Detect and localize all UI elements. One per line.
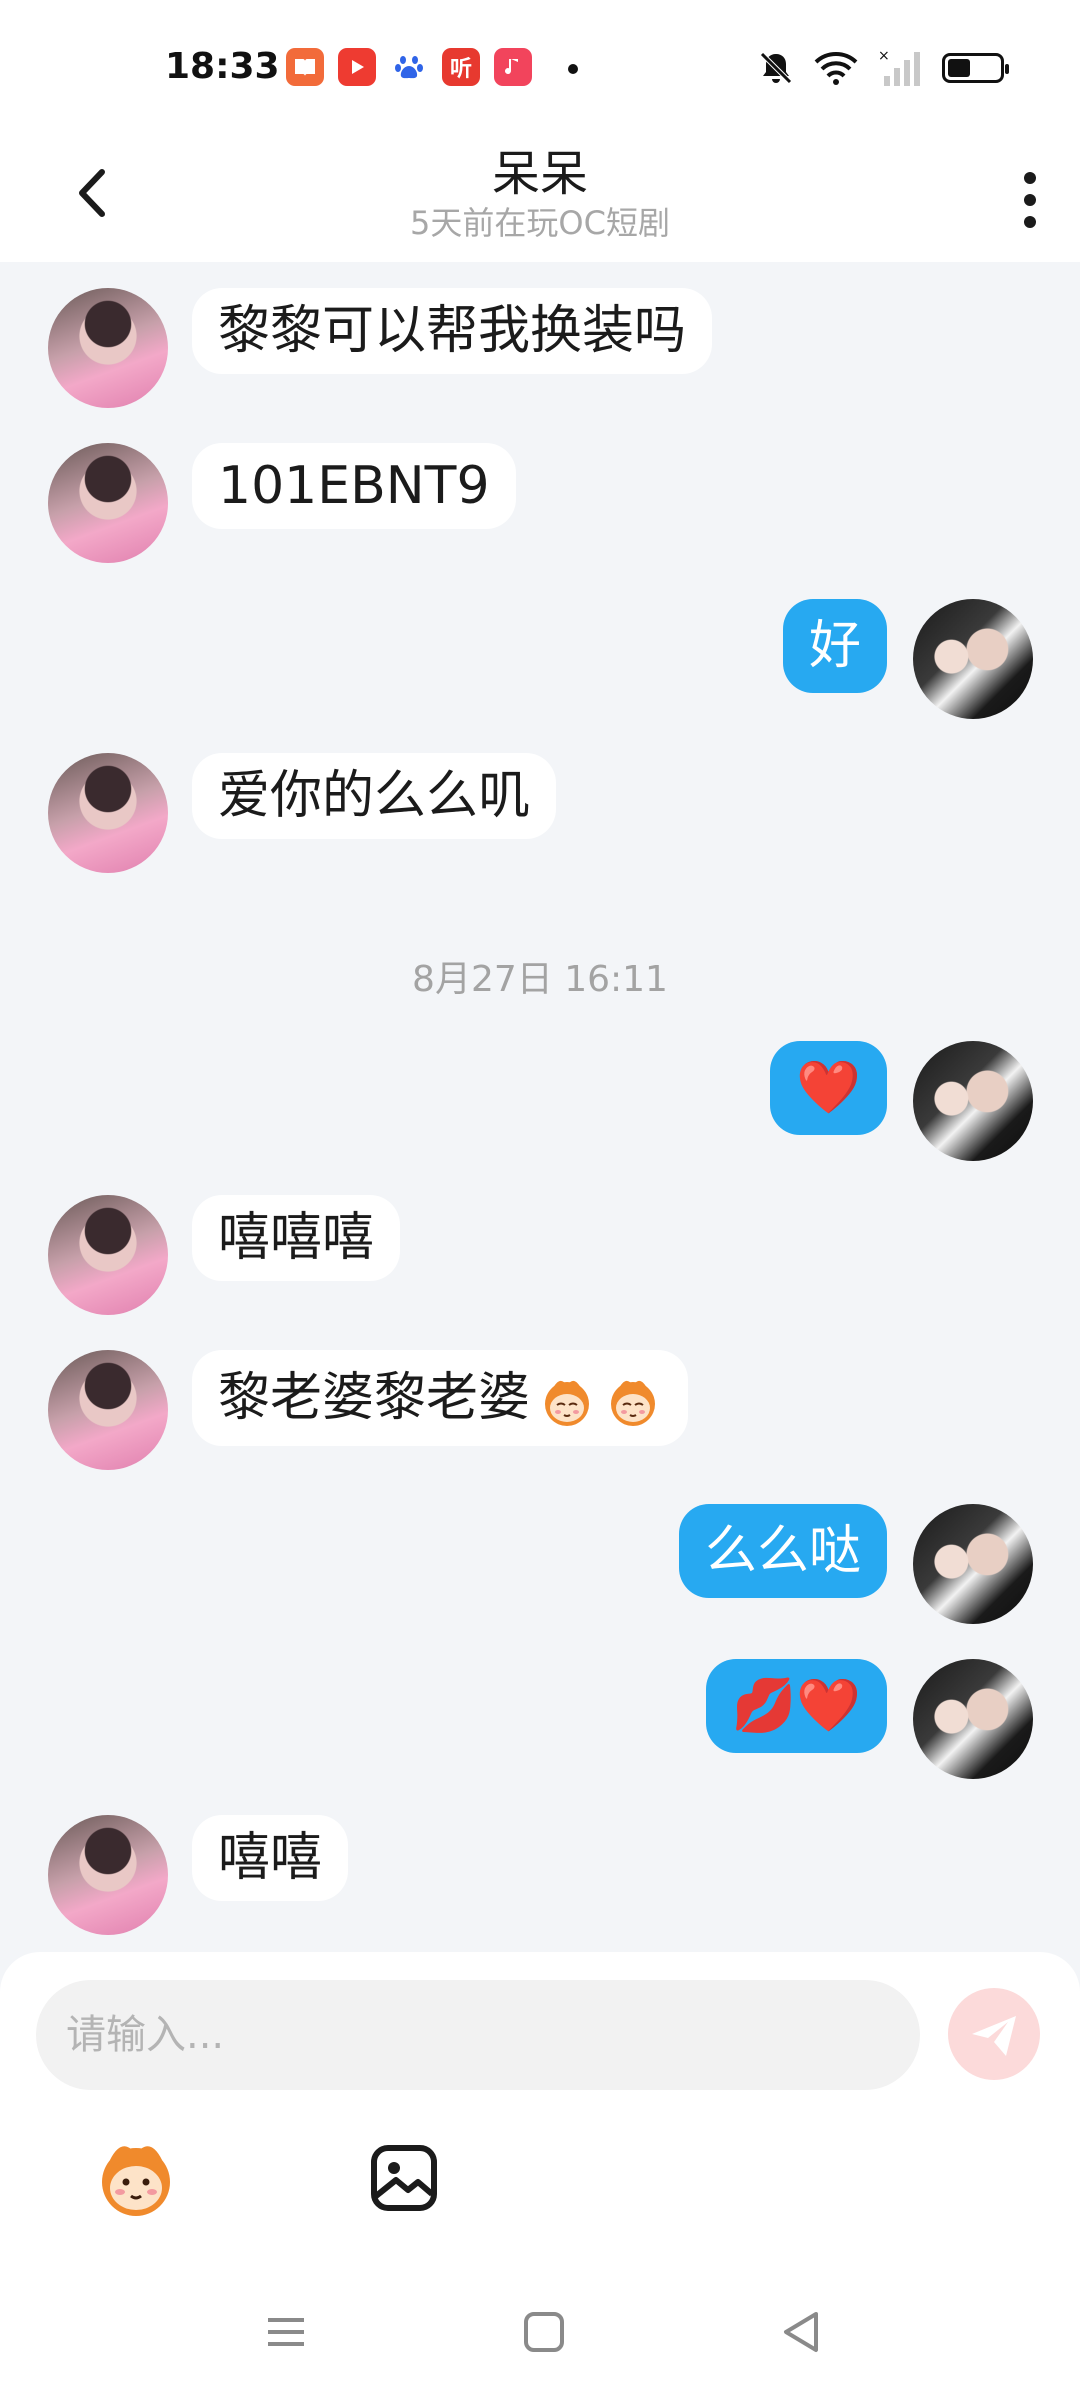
my-avatar[interactable] — [913, 1041, 1033, 1161]
message-text: 黎老婆黎老婆 — [218, 1368, 531, 1428]
system-icons: × — [758, 48, 1009, 88]
contact-avatar[interactable] — [48, 1195, 168, 1315]
baidu-paw-icon — [390, 48, 428, 86]
my-avatar[interactable] — [913, 1504, 1033, 1624]
video-app-icon — [338, 48, 376, 86]
image-picker-icon[interactable] — [356, 2130, 452, 2226]
message-bubble-incoming[interactable]: 嘻嘻 — [192, 1815, 349, 1901]
message-bubble-outgoing[interactable]: 💋❤️ — [705, 1659, 887, 1753]
status-time: 18:33 — [165, 46, 280, 87]
contact-avatar[interactable] — [48, 443, 168, 563]
svg-text:×: × — [878, 48, 890, 64]
notification-dot — [568, 64, 578, 74]
message-bubble-incoming[interactable]: 101EBNT9 — [192, 443, 516, 529]
contact-name: 呆呆 — [491, 146, 588, 202]
message-bubble-incoming[interactable]: 爱你的么么叽 — [192, 753, 557, 839]
message-input[interactable] — [36, 1980, 920, 2090]
battery-icon — [942, 53, 1009, 83]
system-navigation-bar — [0, 2290, 1080, 2380]
message-timestamp: 8月27日 16:11 — [412, 959, 668, 1000]
mute-icon — [760, 52, 792, 84]
monkey-emoji-icon — [611, 1380, 656, 1426]
status-bar: 18:33 听 × — [0, 0, 1080, 130]
message-bubble-outgoing[interactable]: ❤️ — [770, 1041, 887, 1135]
monkey-emoji-icon — [545, 1380, 590, 1426]
message-bubble-outgoing[interactable]: 好 — [782, 599, 887, 693]
contact-avatar[interactable] — [48, 1815, 168, 1935]
send-paper-plane-icon — [972, 2016, 1016, 2056]
my-avatar[interactable] — [913, 1659, 1033, 1779]
my-avatar[interactable] — [913, 599, 1033, 719]
message-list[interactable]: 黎黎可以帮我换装吗 101EBNT9 好 爱你的么么叽 8月27日 16:11 … — [0, 262, 1080, 1952]
wifi-icon — [814, 52, 858, 85]
listen-app-icon: 听 — [442, 48, 480, 86]
signal-icon: × — [878, 48, 920, 86]
more-options-icon[interactable] — [990, 148, 1070, 248]
message-bubble-incoming[interactable]: 黎黎可以帮我换装吗 — [192, 288, 713, 374]
back-triangle-icon[interactable] — [772, 2302, 832, 2362]
contact-avatar[interactable] — [48, 753, 168, 873]
notification-icons: 听 — [286, 48, 532, 86]
contact-status: 5天前在玩OC短剧 — [410, 204, 670, 242]
home-icon[interactable] — [514, 2302, 574, 2362]
music-app-icon — [494, 48, 532, 86]
book-app-icon — [286, 48, 324, 86]
message-bubble-incoming[interactable]: 黎老婆黎老婆 — [192, 1350, 689, 1446]
chat-header: 呆呆 5天前在玩OC短剧 — [0, 130, 1080, 262]
message-bubble-incoming[interactable]: 嘻嘻嘻 — [192, 1195, 401, 1281]
contact-avatar[interactable] — [48, 1350, 168, 1470]
send-button[interactable] — [948, 1988, 1040, 2080]
message-bubble-outgoing[interactable]: 么么哒 — [678, 1504, 887, 1598]
recent-apps-icon[interactable] — [256, 2302, 316, 2362]
emoji-sticker-icon[interactable] — [88, 2130, 184, 2226]
contact-avatar[interactable] — [48, 288, 168, 408]
